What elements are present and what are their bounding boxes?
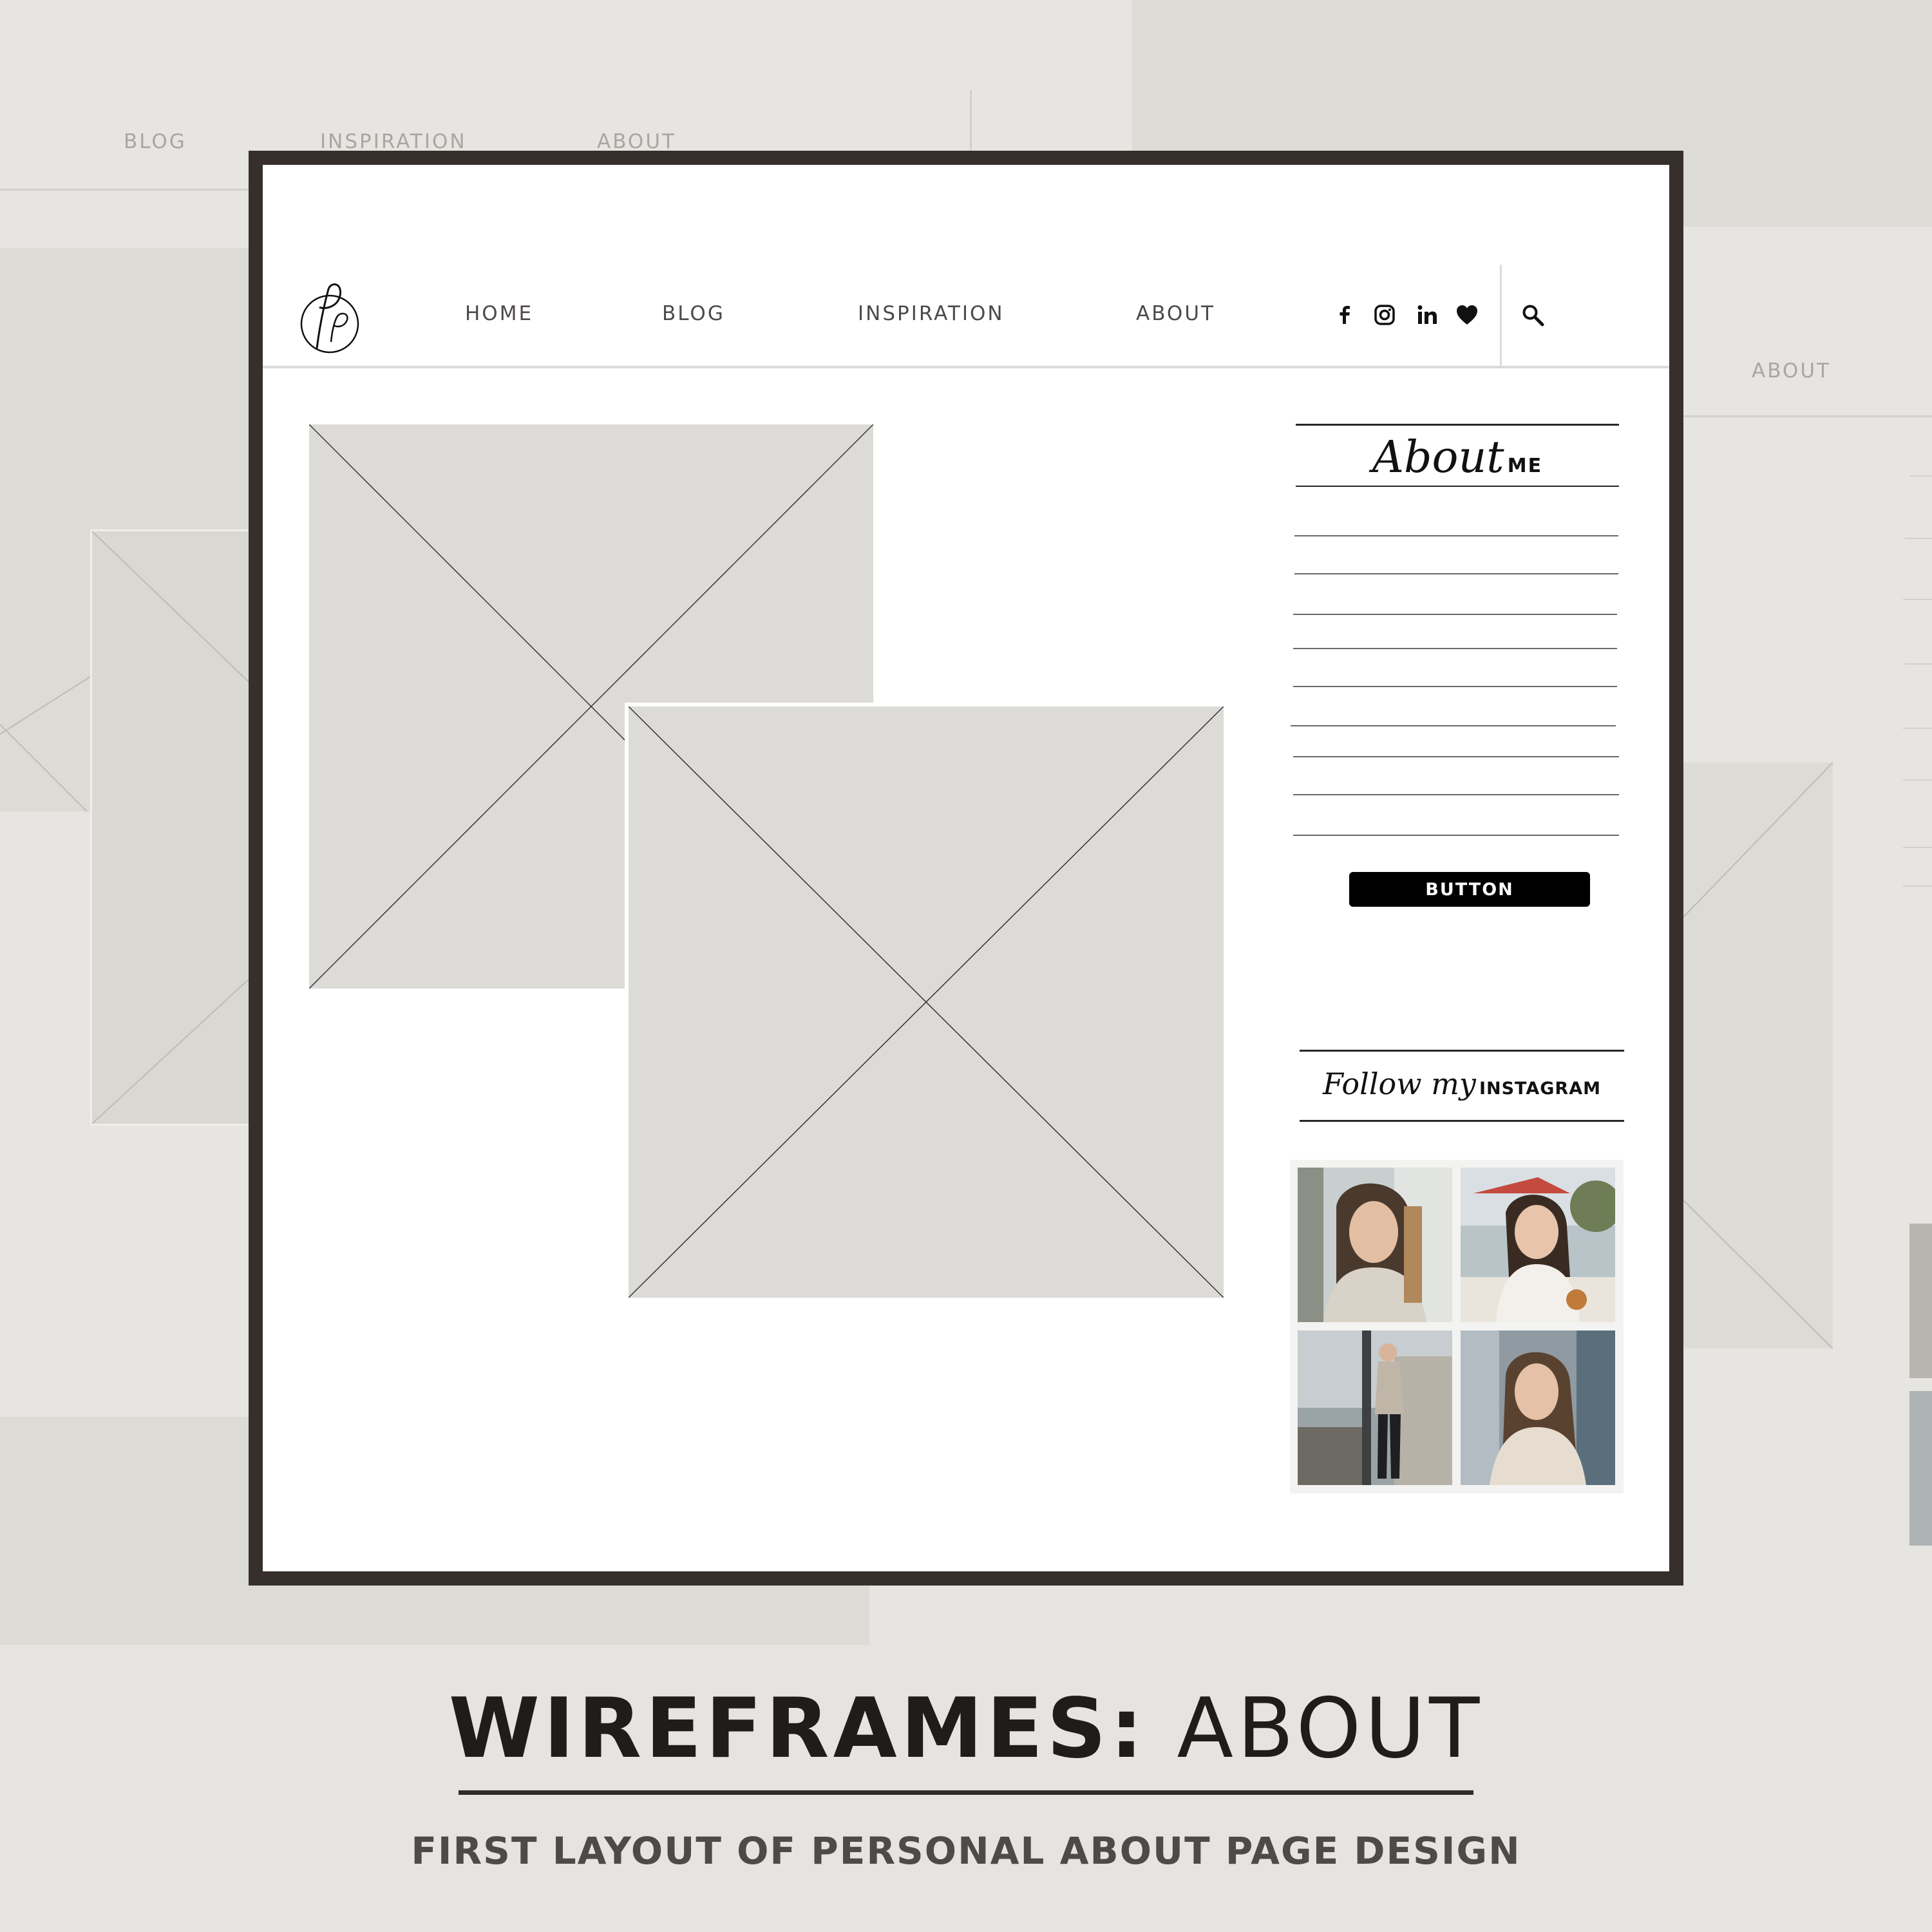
bg-line-stub bbox=[1903, 779, 1932, 781]
bg-line-stub bbox=[1903, 847, 1932, 848]
text-line-placeholder bbox=[1293, 614, 1617, 615]
nav-about[interactable]: ABOUT bbox=[1136, 302, 1215, 325]
text-line-placeholder bbox=[1293, 835, 1619, 836]
instagram-top-rule bbox=[1300, 1050, 1624, 1052]
nav-divider bbox=[1500, 265, 1502, 368]
nav-inspiration[interactable]: INSPIRATION bbox=[858, 302, 1005, 325]
follow-script-text: Follow my bbox=[1323, 1066, 1476, 1101]
search-icon[interactable] bbox=[1521, 303, 1546, 328]
bg-placeholder-cross-3 bbox=[1683, 762, 1833, 1349]
site-logo[interactable]: Pp bbox=[291, 278, 362, 355]
bg-line-stub bbox=[1909, 475, 1932, 477]
about-button[interactable]: BUTTON bbox=[1349, 872, 1590, 907]
caption-subtitle: FIRST LAYOUT OF PERSONAL ABOUT PAGE DESI… bbox=[411, 1829, 1521, 1873]
instagram-bottom-rule bbox=[1300, 1120, 1624, 1122]
caption-title-bold: WIREFRAMES: bbox=[448, 1681, 1147, 1777]
top-navigation: Pp HOME BLOG INSPIRATION ABOUT bbox=[263, 265, 1669, 368]
bg-right-placeholder bbox=[1683, 762, 1833, 1349]
text-line-placeholder bbox=[1293, 686, 1617, 687]
text-line-placeholder bbox=[1294, 535, 1618, 536]
placeholder-cross-icon bbox=[629, 706, 1224, 1298]
text-line-placeholder bbox=[1293, 794, 1619, 795]
nav-home[interactable]: HOME bbox=[465, 302, 533, 325]
bg-nav-about: ABOUT bbox=[597, 130, 676, 153]
caption-divider bbox=[459, 1790, 1473, 1795]
bg-line-stub bbox=[1903, 599, 1932, 600]
text-line-placeholder bbox=[1293, 648, 1617, 649]
portrait-photo-icon bbox=[1298, 1168, 1452, 1322]
wireframe-frame: Pp HOME BLOG INSPIRATION ABOUT bbox=[249, 151, 1683, 1586]
caption-title: WIREFRAMES: ABOUT bbox=[0, 1681, 1932, 1777]
about-caps-text: ME bbox=[1507, 455, 1543, 477]
bg-right-rule bbox=[1683, 415, 1932, 417]
about-bottom-rule bbox=[1296, 486, 1619, 487]
text-line-placeholder bbox=[1291, 725, 1616, 726]
bg-line-stub bbox=[1903, 728, 1932, 729]
bg-photo-sliver bbox=[1909, 1224, 1932, 1378]
nav-blog[interactable]: BLOG bbox=[662, 302, 725, 325]
portrait-photo-icon bbox=[1461, 1331, 1615, 1485]
bg-left-placeholder-2 bbox=[90, 529, 261, 1126]
instagram-photo-1[interactable] bbox=[1298, 1168, 1452, 1322]
about-me-heading: About ME bbox=[1296, 432, 1619, 484]
bg-line-stub bbox=[1905, 663, 1932, 665]
instagram-heading: Follow my INSTAGRAM bbox=[1300, 1066, 1624, 1112]
bg-nav-blog: BLOG bbox=[124, 130, 187, 153]
text-line-placeholder bbox=[1294, 573, 1618, 574]
bg-right-nav-about: ABOUT bbox=[1752, 359, 1831, 383]
bg-nav-inspiration: INSPIRATION bbox=[320, 130, 467, 153]
instagram-icon[interactable] bbox=[1372, 302, 1397, 328]
text-line-placeholder bbox=[1293, 756, 1619, 757]
instagram-grid bbox=[1290, 1160, 1624, 1493]
instagram-photo-3[interactable] bbox=[1298, 1331, 1452, 1485]
linkedin-icon[interactable] bbox=[1414, 302, 1440, 328]
instagram-photo-2[interactable] bbox=[1461, 1168, 1615, 1322]
facebook-icon[interactable] bbox=[1332, 302, 1358, 328]
heart-icon[interactable] bbox=[1454, 302, 1480, 328]
bg-line-stub bbox=[1903, 886, 1932, 887]
about-script-text: About bbox=[1372, 432, 1504, 483]
instagram-caps-text: INSTAGRAM bbox=[1479, 1079, 1601, 1099]
portrait-photo-icon bbox=[1298, 1331, 1452, 1485]
bg-line-stub bbox=[1905, 538, 1932, 539]
bg-photo-sliver bbox=[1909, 1391, 1932, 1546]
about-top-rule bbox=[1296, 424, 1619, 426]
image-placeholder-secondary bbox=[629, 706, 1224, 1298]
bg-placeholder-cross-2 bbox=[92, 531, 260, 1124]
instagram-photo-4[interactable] bbox=[1461, 1331, 1615, 1485]
logo-icon bbox=[300, 283, 359, 354]
caption-title-light: ABOUT bbox=[1177, 1681, 1484, 1777]
portrait-photo-icon bbox=[1461, 1168, 1615, 1322]
